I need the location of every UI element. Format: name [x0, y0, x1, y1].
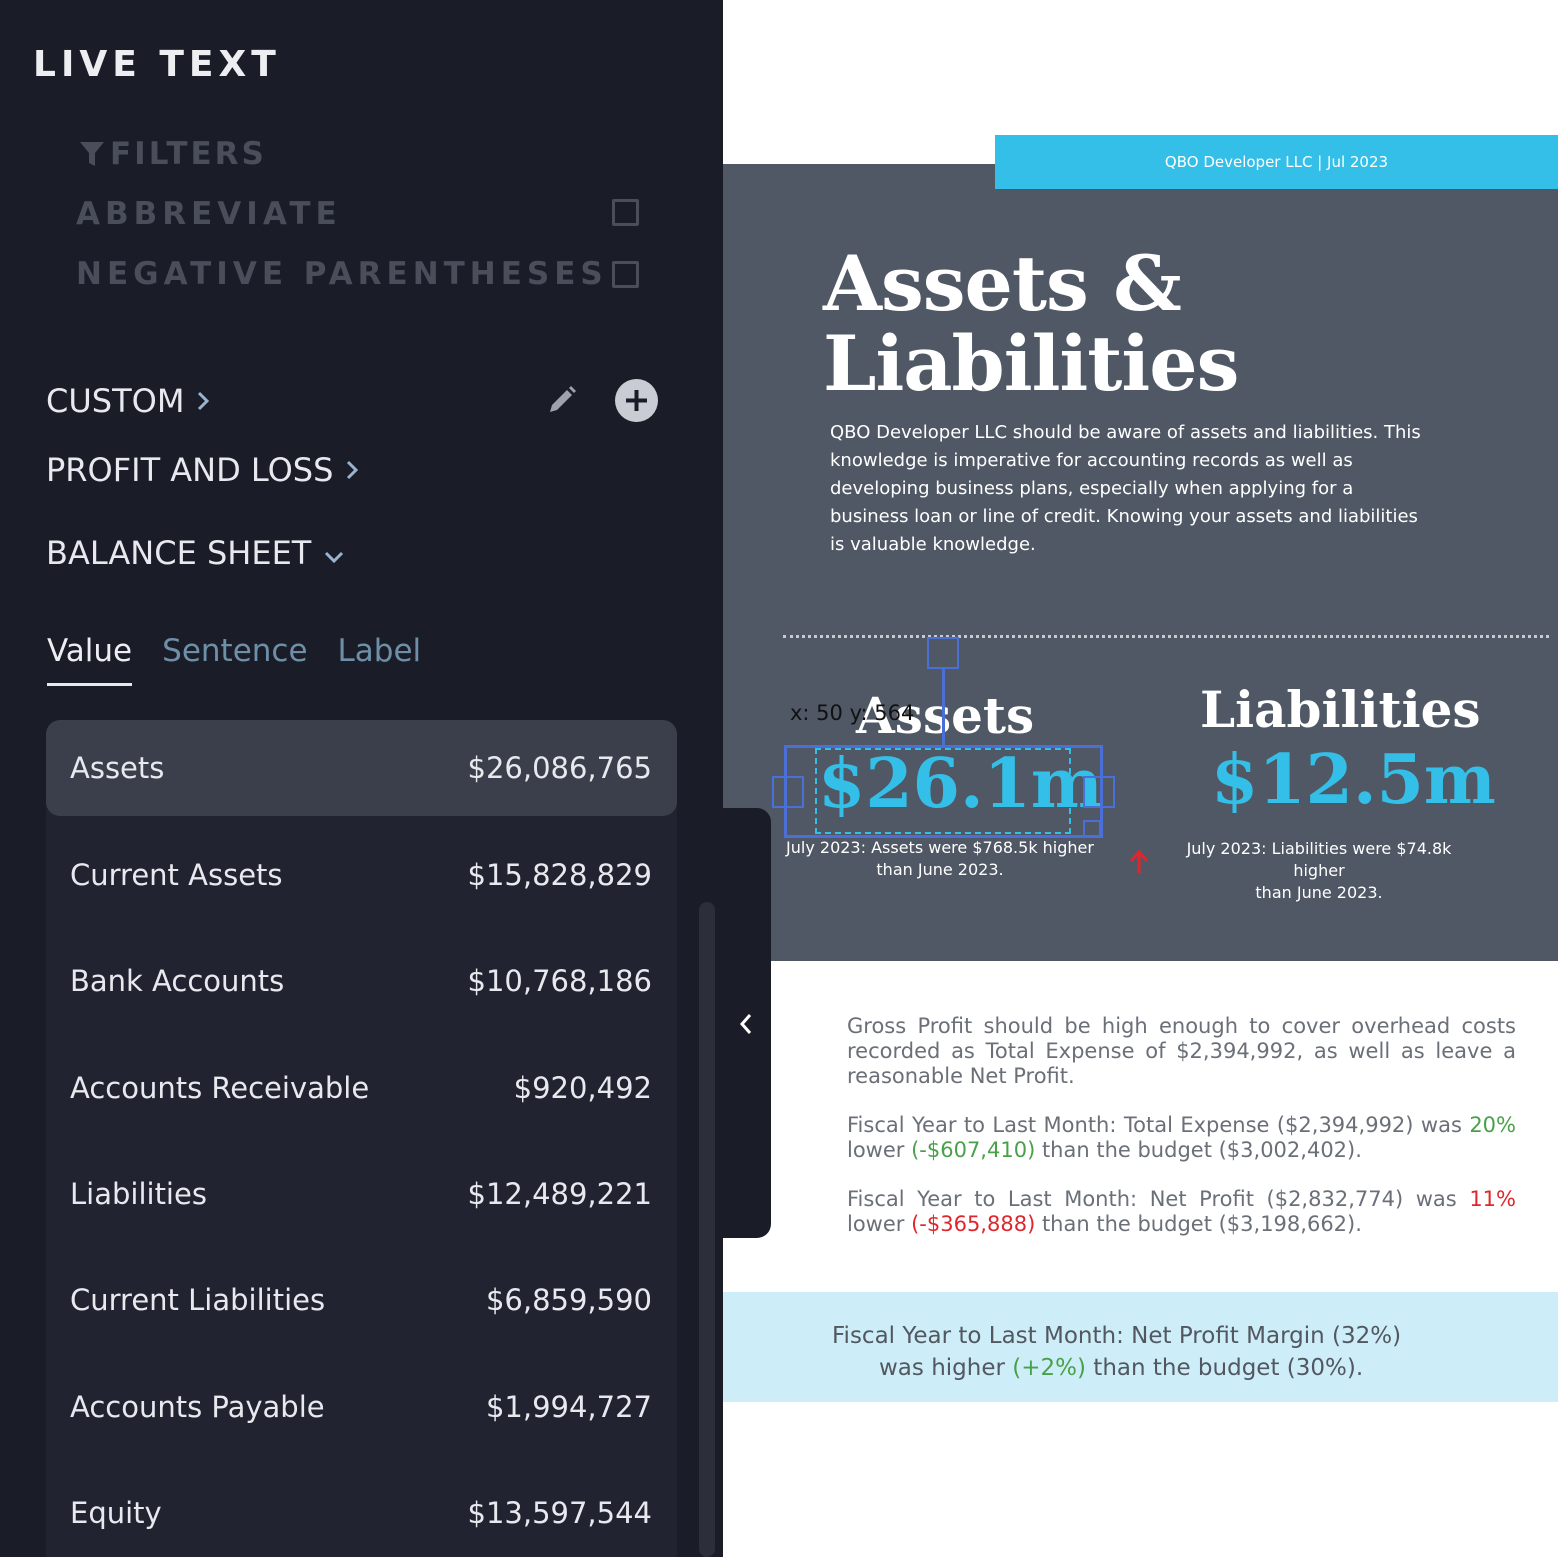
para3-mid: lower: [847, 1212, 912, 1236]
tab-value[interactable]: Value: [47, 633, 133, 686]
net-profit-margin-callout[interactable]: Fiscal Year to Last Month: Net Profit Ma…: [723, 1292, 1558, 1402]
abbreviate-checkbox[interactable]: [612, 199, 639, 226]
assets-note-line-2: than June 2023.: [876, 860, 1004, 879]
item-label: Assets: [70, 751, 165, 785]
live-text-panel: LIVE TEXT FILTERS ABBREVIATE NEGATIVE PA…: [0, 0, 723, 1557]
section-custom[interactable]: CUSTOM: [46, 382, 210, 420]
para2-mid: lower: [847, 1138, 912, 1162]
value-tabs: Value Sentence Label: [47, 633, 451, 686]
list-item[interactable]: Current Assets $15,828,829: [46, 827, 677, 923]
resize-handle-corner[interactable]: [1083, 820, 1101, 838]
total-expense-paragraph[interactable]: Fiscal Year to Last Month: Total Expense…: [847, 1113, 1516, 1163]
para3-post: than the budget ($3,198,662).: [1035, 1212, 1362, 1236]
item-label: Current Liabilities: [70, 1283, 326, 1317]
item-label: Accounts Receivable: [70, 1071, 370, 1105]
filters-header[interactable]: FILTERS: [78, 136, 267, 172]
assets-note[interactable]: July 2023: Assets were $768.5k higher th…: [785, 837, 1095, 881]
item-label: Equity: [70, 1496, 162, 1530]
item-label: Liabilities: [70, 1177, 207, 1211]
para2-post: than the budget ($3,002,402).: [1035, 1138, 1362, 1162]
hero-section: Assets & Liabilities QBO Developer LLC s…: [723, 164, 1558, 961]
filters-label: FILTERS: [110, 136, 267, 172]
net-profit-paragraph[interactable]: Fiscal Year to Last Month: Net Profit ($…: [847, 1187, 1516, 1237]
assets-note-line-1: July 2023: Assets were $768.5k higher: [786, 838, 1094, 857]
para2-pre: Fiscal Year to Last Month: Total Expense…: [847, 1113, 1470, 1137]
company-banner[interactable]: QBO Developer LLC | Jul 2023: [995, 135, 1558, 189]
callout-line-2: was higher (+2%) than the budget (30%).: [832, 1352, 1401, 1384]
liabilities-title[interactable]: Liabilities: [1200, 680, 1481, 739]
item-label: Current Assets: [70, 858, 283, 892]
filter-icon: [80, 142, 104, 166]
rotate-handle-stem: [942, 669, 945, 747]
list-item[interactable]: Accounts Payable $1,994,727: [46, 1359, 677, 1455]
resize-handle-right[interactable]: [1083, 776, 1115, 808]
section-balance-sheet[interactable]: BALANCE SHEET: [46, 534, 345, 572]
liabilities-note-line-1: July 2023: Liabilities were $74.8k highe…: [1186, 839, 1452, 880]
chevron-down-icon: [323, 534, 345, 572]
tab-label[interactable]: Label: [338, 633, 422, 686]
section-profit-and-loss[interactable]: PROFIT AND LOSS: [46, 451, 359, 489]
gross-profit-paragraph[interactable]: Gross Profit should be high enough to co…: [847, 1014, 1516, 1089]
para3-pre: Fiscal Year to Last Month: Net Profit ($…: [847, 1187, 1470, 1211]
page-title[interactable]: Assets & Liabilities: [823, 239, 1239, 408]
callout-line2-post: than the budget (30%).: [1085, 1355, 1364, 1381]
edit-pencil-icon[interactable]: [546, 384, 578, 420]
para3-pct: 11%: [1469, 1187, 1516, 1211]
list-item[interactable]: Current Liabilities $6,859,590: [46, 1252, 677, 1348]
item-value: $6,859,590: [485, 1283, 652, 1317]
collapse-panel-tab[interactable]: [723, 808, 771, 1238]
list-item[interactable]: Liabilities $12,489,221: [46, 1146, 677, 1242]
coordinates-readout: x: 50 y: 564: [790, 701, 915, 725]
para2-pct: 20%: [1469, 1113, 1516, 1137]
chevron-right-icon: [345, 451, 359, 489]
section-custom-label: CUSTOM: [46, 382, 185, 420]
title-line-2: Liabilities: [823, 319, 1239, 408]
liabilities-value[interactable]: $12.5m: [1211, 740, 1496, 820]
callout-line2-pre: was higher: [879, 1355, 1013, 1381]
add-plus-icon[interactable]: [615, 379, 658, 422]
list-item[interactable]: Assets $26,086,765: [46, 720, 677, 816]
list-scrollbar[interactable]: [699, 902, 715, 1557]
list-item[interactable]: Equity $13,597,544: [46, 1465, 677, 1557]
rotate-handle[interactable]: [927, 637, 959, 669]
tab-sentence[interactable]: Sentence: [162, 633, 307, 686]
liabilities-note-line-2: than June 2023.: [1255, 883, 1383, 902]
callout-line-1: Fiscal Year to Last Month: Net Profit Ma…: [832, 1323, 1402, 1349]
list-item[interactable]: Accounts Receivable $920,492: [46, 1040, 677, 1136]
panel-title: LIVE TEXT: [33, 44, 281, 85]
callout-line2-delta: (+2%): [1012, 1355, 1086, 1381]
resize-handle-left[interactable]: [772, 776, 804, 808]
item-value: $1,994,727: [485, 1390, 652, 1424]
balance-sheet-list: Assets $26,086,765 Current Assets $15,82…: [46, 720, 677, 1557]
document-canvas: Assets & Liabilities QBO Developer LLC s…: [723, 0, 1558, 1557]
item-value: $920,492: [513, 1071, 652, 1105]
item-value: $26,086,765: [467, 751, 653, 785]
title-line-1: Assets &: [823, 239, 1182, 328]
liabilities-note[interactable]: July 2023: Liabilities were $74.8k highe…: [1159, 838, 1479, 904]
item-label: Bank Accounts: [70, 964, 285, 998]
item-value: $15,828,829: [467, 858, 653, 892]
item-value: $12,489,221: [467, 1177, 653, 1211]
section-profit-and-loss-label: PROFIT AND LOSS: [46, 451, 334, 489]
chevron-right-icon: [196, 382, 210, 420]
section-balance-sheet-label: BALANCE SHEET: [46, 534, 312, 572]
option-negative-parentheses-label: NEGATIVE PARENTHESES: [76, 256, 608, 292]
item-value: $10,768,186: [467, 964, 653, 998]
chevron-left-icon: [739, 1014, 752, 1034]
description-text[interactable]: QBO Developer LLC should be aware of ass…: [830, 419, 1430, 559]
arrow-up-icon: [1128, 849, 1150, 879]
selection-inner-box: [815, 748, 1071, 834]
para3-delta: (-$365,888): [911, 1212, 1036, 1236]
dotted-divider: [783, 635, 1549, 638]
negative-parentheses-checkbox[interactable]: [612, 261, 639, 288]
list-item[interactable]: Bank Accounts $10,768,186: [46, 933, 677, 1029]
item-value: $13,597,544: [467, 1496, 653, 1530]
item-label: Accounts Payable: [70, 1390, 325, 1424]
option-abbreviate-label: ABBREVIATE: [76, 196, 342, 232]
para2-delta: (-$607,410): [911, 1138, 1036, 1162]
